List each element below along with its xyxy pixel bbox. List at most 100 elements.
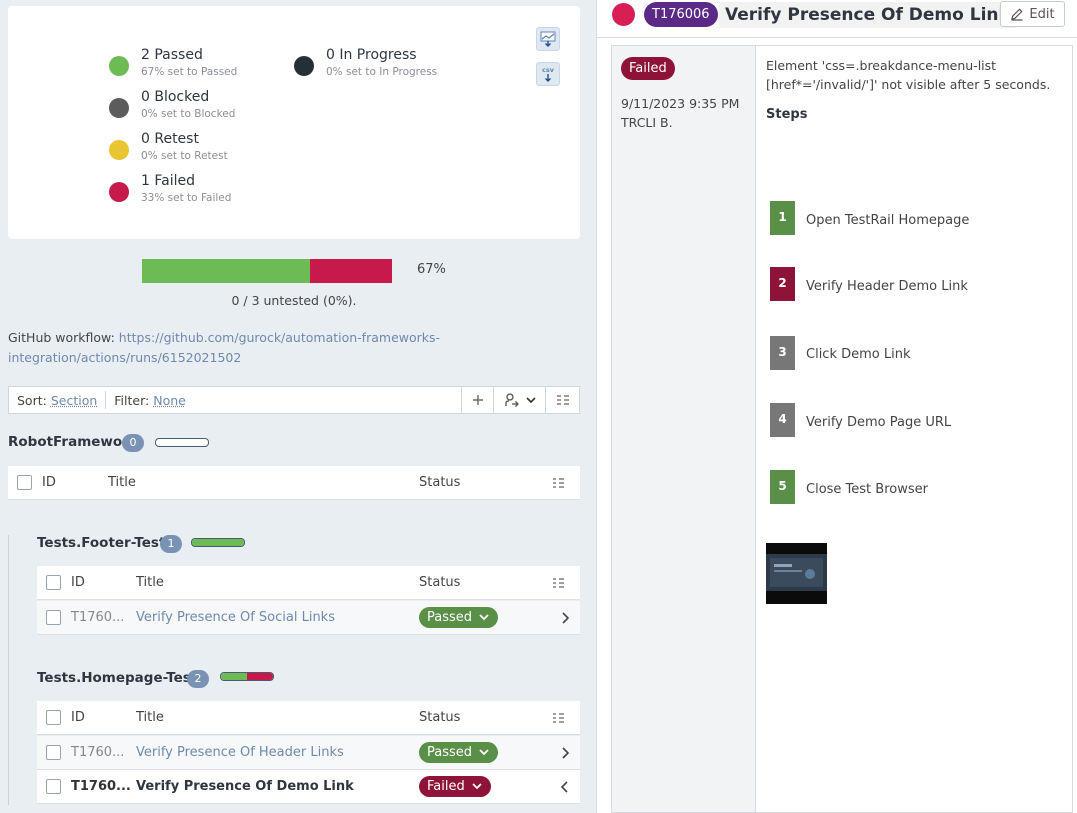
chevron-right-icon[interactable] [561, 747, 569, 759]
columns-icon [556, 395, 569, 405]
retest-dot [109, 140, 129, 160]
sort-control[interactable]: Sort: Section [9, 393, 105, 408]
plus-icon [472, 395, 483, 405]
section-footer-tests-count: 1 [160, 535, 182, 553]
chart-export-button[interactable] [536, 27, 560, 51]
select-all-checkbox[interactable] [17, 475, 32, 490]
progress-percent: 67% [417, 262, 446, 277]
result-entry: Failed 9/11/2023 9:35 PM TRCLI B. Elemen… [611, 45, 1073, 813]
columns-button[interactable] [545, 387, 579, 413]
select-all-checkbox[interactable] [46, 575, 61, 590]
untested-summary: 0 / 3 untested (0%). [231, 293, 357, 308]
sort-filter-toolbar: Sort: Section Filter: None [8, 386, 580, 414]
filter-label: Filter: [114, 392, 150, 408]
stats-card: 2 Passed 67% set to Passed 0 Blocked 0% … [8, 6, 580, 239]
stat-in-progress-sub: 0% set to In Progress [326, 66, 438, 78]
chevron-down-icon [479, 614, 489, 621]
assign-user-icon [504, 393, 519, 407]
column-title[interactable]: Title [108, 466, 136, 500]
assign-dropdown-button[interactable] [493, 387, 545, 413]
chevron-down-icon [479, 749, 489, 756]
section-homepage-tests-progress [220, 672, 274, 681]
result-user: TRCLI B. [621, 115, 673, 130]
filter-control[interactable]: Filter: None [106, 393, 194, 408]
steps-heading: Steps [766, 107, 808, 122]
stat-blocked-sub: 0% set to Blocked [141, 108, 236, 120]
status-label: Passed [427, 610, 473, 625]
chevron-right-icon[interactable] [561, 612, 569, 624]
step-text: Verify Header Demo Link [806, 279, 968, 294]
sort-label: Sort: [17, 392, 47, 408]
test-detail-pane: T176006 Verify Presence Of Demo Link Edi… [596, 0, 1077, 813]
section-footer-tests-title[interactable]: Tests.Footer-Tests [37, 535, 173, 551]
step-text: Close Test Browser [806, 482, 928, 497]
header-divider [597, 37, 1077, 38]
chart-export-icon [540, 31, 556, 47]
table-row[interactable]: T1760... Verify Presence Of Header Links… [37, 736, 580, 770]
select-all-checkbox[interactable] [46, 710, 61, 725]
section-robotframework-title[interactable]: RobotFramework [8, 434, 138, 450]
column-status[interactable]: Status [419, 466, 460, 500]
row-id[interactable]: T1760... [71, 736, 124, 770]
run-progress-bar [142, 259, 392, 283]
row-id[interactable]: T1760... [71, 601, 124, 635]
row-checkbox[interactable] [46, 779, 61, 794]
step-number: 5 [770, 470, 795, 504]
section-homepage-tests-title[interactable]: Tests.Homepage-Tests [37, 670, 205, 686]
test-run-pane: 2 Passed 67% set to Passed 0 Blocked 0% … [0, 0, 596, 813]
row-title[interactable]: Verify Presence Of Demo Link [136, 770, 354, 804]
footer-table-header: ID Title Status [37, 566, 580, 600]
row-title[interactable]: Verify Presence Of Header Links [136, 736, 344, 770]
column-id[interactable]: ID [71, 566, 85, 600]
status-dropdown[interactable]: Failed [419, 776, 491, 797]
edit-button[interactable]: Edit [1000, 1, 1065, 27]
columns-icon[interactable] [552, 712, 565, 724]
stat-in-progress-title: 0 In Progress [326, 47, 417, 63]
row-title[interactable]: Verify Presence Of Social Links [136, 601, 335, 635]
column-title[interactable]: Title [136, 566, 164, 600]
row-checkbox[interactable] [46, 745, 61, 760]
step-number: 4 [770, 403, 795, 437]
status-dropdown[interactable]: Passed [419, 607, 498, 628]
row-checkbox[interactable] [46, 610, 61, 625]
stat-passed-sub: 67% set to Passed [141, 66, 238, 78]
test-id-badge: T176006 [644, 2, 718, 27]
step-text: Click Demo Link [806, 347, 911, 362]
result-date: 9/11/2023 9:35 PM [621, 96, 740, 111]
columns-icon[interactable] [552, 477, 565, 489]
passed-dot [109, 56, 129, 76]
table-row-selected[interactable]: T1760... Verify Presence Of Demo Link Fa… [37, 770, 580, 804]
section-robotframework-progress [155, 438, 209, 447]
stat-failed-title: 1 Failed [141, 173, 195, 189]
chevron-down-icon [525, 397, 536, 404]
homepage-progress-passed [221, 673, 247, 680]
csv-export-icon: csv [542, 66, 555, 82]
pencil-icon [1011, 8, 1023, 21]
section-robotframework-count: 0 [122, 434, 144, 452]
status-label: Failed [427, 779, 465, 794]
table-row[interactable]: T1760... Verify Presence Of Social Links… [37, 601, 580, 635]
csv-export-button[interactable]: csv [536, 62, 560, 86]
table-header: ID Title Status [8, 466, 580, 500]
column-id[interactable]: ID [42, 466, 56, 500]
screenshot-thumbnail[interactable] [766, 543, 827, 604]
chevron-left-icon[interactable] [561, 781, 569, 793]
homepage-table-header: ID Title Status [37, 701, 580, 735]
column-title[interactable]: Title [136, 701, 164, 735]
status-dropdown[interactable]: Passed [419, 742, 498, 763]
sort-value[interactable]: Section [51, 393, 97, 408]
screenshot-image [766, 554, 827, 591]
filter-value[interactable]: None [153, 393, 186, 408]
chevron-down-icon [472, 783, 482, 790]
column-id[interactable]: ID [71, 701, 85, 735]
columns-icon[interactable] [552, 577, 565, 589]
row-id[interactable]: T1760... [71, 770, 131, 804]
github-workflow: GitHub workflow: https://github.com/guro… [8, 328, 578, 368]
stat-passed-title: 2 Passed [141, 47, 203, 63]
section-homepage-tests-count: 2 [187, 670, 209, 688]
column-status[interactable]: Status [419, 701, 460, 735]
blocked-dot [109, 98, 129, 118]
add-button[interactable] [461, 387, 493, 413]
column-status[interactable]: Status [419, 566, 460, 600]
status-dot [612, 3, 635, 26]
